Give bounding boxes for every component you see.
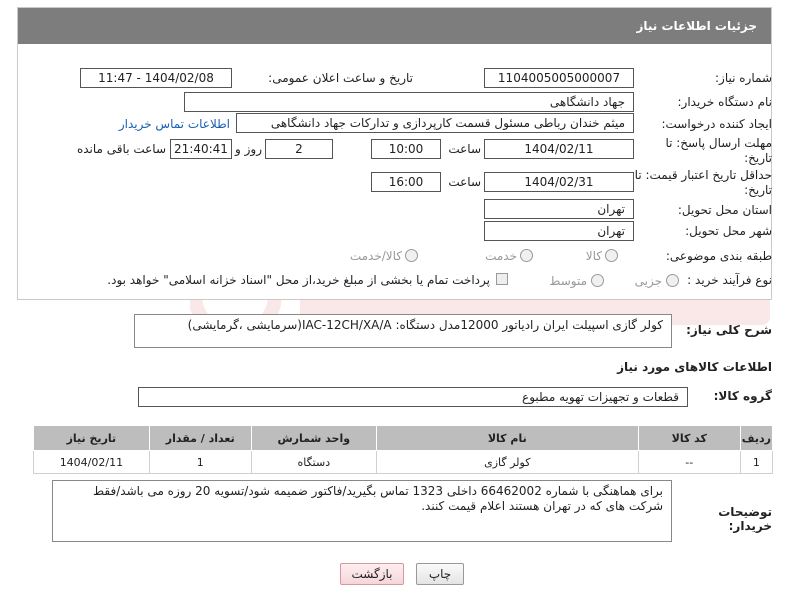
creator-field: میثم خندان رباطی مسئول قسمت کارپردازی و … xyxy=(236,113,634,133)
deadline-date-field: 1404/02/11 xyxy=(484,139,634,159)
need-number-field: 1104005005000007 xyxy=(484,68,634,88)
cell-name: کولر گازی xyxy=(375,450,639,474)
buyer-notes-textbox: برای هماهنگی با شماره 66462002 داخلی 132… xyxy=(52,480,672,542)
city-label: شهر محل تحویل: xyxy=(685,224,772,238)
province-field: تهران xyxy=(484,199,634,219)
goods-group-label: گروه کالا: xyxy=(713,389,772,403)
treasury-payment-checkbox[interactable] xyxy=(496,273,508,285)
col-header-code: کد کالا xyxy=(637,425,741,451)
city-field: تهران xyxy=(484,221,634,241)
summary-textbox: کولر گازی اسپیلت ایران رادیاتور 12000مدل… xyxy=(134,314,672,348)
buyer-org-field: جهاد دانشگاهی xyxy=(184,92,634,112)
category-option-goods: کالا xyxy=(585,249,602,263)
deadline-time-label: ساعت xyxy=(448,142,481,156)
goods-group-field: قطعات و تجهیزات تهویه مطبوع xyxy=(138,387,688,407)
deadline-time-field: 10:00 xyxy=(371,139,441,159)
days-remaining-field: 2 xyxy=(265,139,333,159)
days-label: روز و xyxy=(235,142,262,156)
table-row: 1 -- کولر گازی دستگاه 1 1404/02/11 xyxy=(33,450,774,474)
price-validity-time-field: 16:00 xyxy=(371,172,441,192)
items-table: ردیف کد کالا نام کالا واحد شمارش تعداد /… xyxy=(33,425,774,474)
col-header-quantity: تعداد / مقدار xyxy=(148,425,252,451)
treasury-payment-note: پرداخت تمام یا بخشی از مبلغ خرید،از محل … xyxy=(107,273,490,287)
col-header-name: نام کالا xyxy=(375,425,639,451)
price-validity-date-field: 1404/02/31 xyxy=(484,172,634,192)
buyer-notes-label: توضیحات خریدار: xyxy=(718,505,772,533)
back-button[interactable]: بازگشت xyxy=(340,563,404,585)
col-header-row-num: ردیف xyxy=(739,425,774,451)
process-radio-medium[interactable] xyxy=(591,274,604,287)
category-radio-service[interactable] xyxy=(520,249,533,262)
print-button[interactable]: چاپ xyxy=(416,563,464,585)
category-radio-goods-service[interactable] xyxy=(405,249,418,262)
col-header-unit: واحد شمارش xyxy=(250,425,377,451)
need-number-label: شماره نیاز: xyxy=(715,71,772,85)
table-header-row: ردیف کد کالا نام کالا واحد شمارش تعداد /… xyxy=(33,425,774,451)
cell-quantity: 1 xyxy=(148,450,252,474)
cell-row-num: 1 xyxy=(739,450,774,474)
process-option-minor: جزیی xyxy=(634,274,662,288)
summary-label: شرح کلی نیاز: xyxy=(686,323,772,337)
cell-code: -- xyxy=(637,450,741,474)
announce-datetime-label: تاریخ و ساعت اعلان عمومی: xyxy=(268,71,413,85)
cell-need-date: 1404/02/11 xyxy=(33,450,150,474)
goods-info-title: اطلاعات کالاهای مورد نیاز xyxy=(617,360,772,374)
process-radio-minor[interactable] xyxy=(666,274,679,287)
col-header-need-date: تاریخ نیاز xyxy=(33,425,150,451)
buyer-org-label: نام دستگاه خریدار: xyxy=(677,95,773,109)
category-radio-goods[interactable] xyxy=(605,249,618,262)
announce-datetime-field: 1404/02/08 - 11:47 xyxy=(80,68,232,88)
deadline-label: مهلت ارسال پاسخ: تا تاریخ: xyxy=(665,136,772,165)
creator-label: ایجاد کننده درخواست: xyxy=(661,117,772,131)
price-validity-time-label: ساعت xyxy=(448,175,481,189)
price-validity-label: حداقل تاریخ اعتبار قیمت: تا تاریخ: xyxy=(634,168,772,197)
category-label: طبقه بندی موضوعی: xyxy=(665,249,772,263)
buyer-contact-link[interactable]: اطلاعات تماس خریدار xyxy=(106,117,230,131)
remaining-time-label: ساعت باقی مانده xyxy=(76,142,166,156)
category-option-service: خدمت xyxy=(485,249,517,263)
category-option-goods-service: کالا/خدمت xyxy=(349,249,402,263)
panel-title: جزئیات اطلاعات نیاز xyxy=(18,8,771,44)
process-option-medium: متوسط xyxy=(549,274,587,288)
cell-unit: دستگاه xyxy=(250,450,377,474)
remaining-time-field: 21:40:41 xyxy=(170,139,232,159)
province-label: استان محل تحویل: xyxy=(677,203,772,217)
